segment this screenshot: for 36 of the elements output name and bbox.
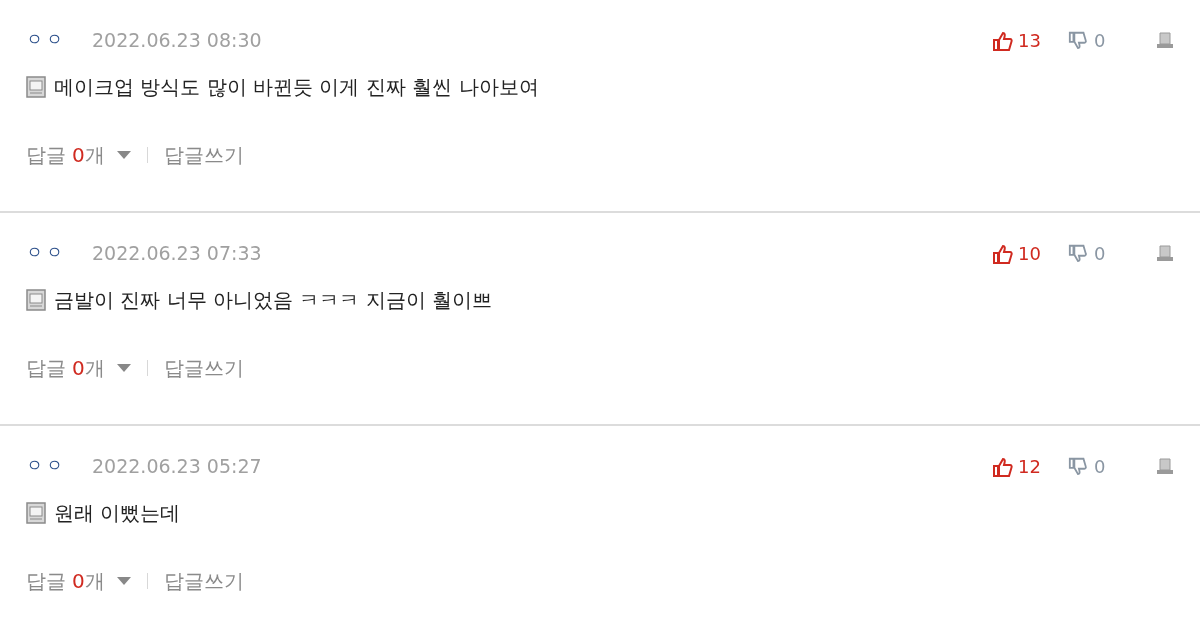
dislike-count: 0 [1094,241,1107,266]
like-count: 12 [1018,454,1042,479]
caret-icon [116,151,131,159]
dislike-count: 0 [1094,28,1107,53]
write-reply-link[interactable]: 답글쓰기 [163,353,244,383]
caret-icon [116,364,131,372]
author-name[interactable]: ㅇㅇ [26,27,66,53]
thumbs-down-icon[interactable] [1068,30,1088,50]
document-icon [26,502,46,524]
thumbs-up-icon[interactable] [992,244,1014,266]
report-icon[interactable] [1156,31,1174,49]
comment-text: 금발이 진짜 너무 아니었음 ㅋㅋㅋ 지금이 훨이쁘 [54,287,493,314]
comment-text: 원래 이뻤는데 [54,500,181,527]
write-reply-link[interactable]: 답글쓰기 [163,566,244,596]
author-name[interactable]: ㅇㅇ [26,453,66,479]
report-icon[interactable] [1156,244,1174,262]
reply-toggle[interactable]: 답글 0개 [26,140,131,170]
comment-date: 2022.06.23 08:30 [92,27,262,53]
reply-toggle[interactable]: 답글 0개 [26,353,131,383]
thumbs-down-icon[interactable] [1068,243,1088,263]
caret-icon [116,577,131,585]
report-icon[interactable] [1156,457,1174,475]
author-name[interactable]: ㅇㅇ [26,240,66,266]
thumbs-down-icon[interactable] [1068,456,1088,476]
thumbs-up-icon[interactable] [992,457,1014,479]
comment-text: 메이크업 방식도 많이 바뀐듯 이게 진짜 훨씬 나아보여 [54,74,539,101]
thumbs-up-icon[interactable] [992,31,1014,53]
like-count: 13 [1018,28,1042,53]
dislike-count: 0 [1094,454,1107,479]
reply-toggle[interactable]: 답글 0개 [26,566,131,596]
comment-date: 2022.06.23 07:33 [92,240,262,266]
like-count: 10 [1018,241,1042,266]
document-icon [26,289,46,311]
comment-date: 2022.06.23 05:27 [92,453,262,479]
document-icon [26,76,46,98]
write-reply-link[interactable]: 답글쓰기 [163,140,244,170]
